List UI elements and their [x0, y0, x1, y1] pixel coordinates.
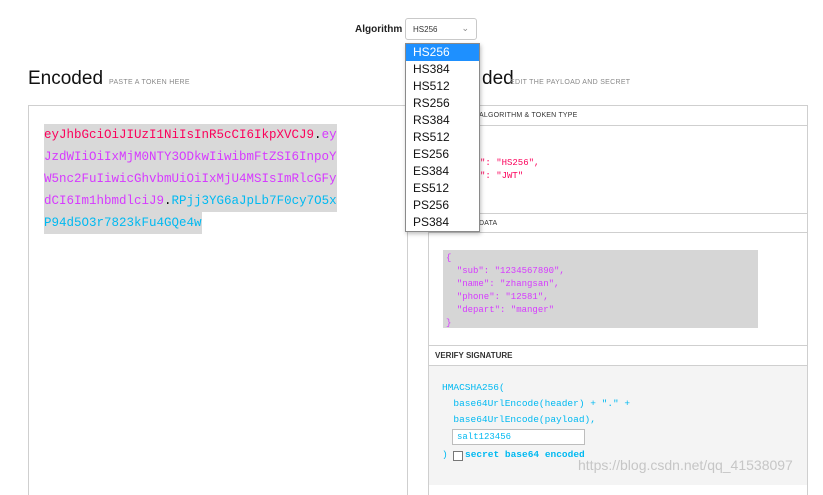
algorithm-option-hs384[interactable]: HS384	[406, 61, 479, 78]
algorithm-option-hs512[interactable]: HS512	[406, 78, 479, 95]
verify-close-paren: )	[442, 449, 448, 460]
algorithm-option-rs384[interactable]: RS384	[406, 112, 479, 129]
header-section-title: ALGORITHM & TOKEN TYPE	[429, 106, 807, 126]
token-line: dCI6Im1hbmdlciJ9.RPjj3YG6aJpLb7F0cy7O5x	[44, 190, 337, 212]
algorithm-option-ps384[interactable]: PS384	[406, 214, 479, 231]
token-segment-red: eyJhbGciOiJIUzI1NiIsInR5cCI6IkpXVCJ9	[44, 128, 315, 142]
algorithm-option-ps256[interactable]: PS256	[406, 197, 479, 214]
token-segment-mag: W5nc2FuIiwicGhvbmUiOiIxMjU4MSIsImRlcGFy	[44, 172, 337, 186]
token-line: eyJhbGciOiJIUzI1NiIsInR5cCI6IkpXVCJ9.ey	[44, 124, 337, 146]
algorithm-select[interactable]: HS256 ⌄	[405, 18, 477, 40]
token-segment-mag: ey	[321, 128, 337, 142]
verify-signature-title: VERIFY SIGNATURE	[429, 345, 807, 366]
header-json-editor[interactable]: ": "HS256", ": "JWT"	[480, 157, 539, 183]
algorithm-option-es256[interactable]: ES256	[406, 146, 479, 163]
algorithm-option-es384[interactable]: ES384	[406, 163, 479, 180]
verify-signature-code: HMACSHA256( base64UrlEncode(header) + ".…	[442, 382, 631, 425]
encoded-title: Encoded	[28, 68, 104, 89]
payload-json-editor[interactable]: { "sub": "1234567890", "name": "zhangsan…	[446, 252, 565, 330]
encoded-token[interactable]: eyJhbGciOiJIUzI1NiIsInR5cCI6IkpXVCJ9.ey J…	[44, 124, 362, 234]
token-segment-dot: .	[314, 128, 322, 142]
encoded-hint: PASTE A TOKEN HERE	[109, 79, 190, 86]
algorithm-option-hs256[interactable]: HS256	[406, 44, 479, 61]
base64-label[interactable]: secret base64 encoded	[465, 449, 585, 460]
token-line: W5nc2FuIiwicGhvbmUiOiIxMjU4MSIsImRlcGFy	[44, 168, 337, 190]
algorithm-label: Algorithm	[355, 24, 403, 35]
base64-checkbox[interactable]	[453, 451, 463, 461]
algorithm-option-rs256[interactable]: RS256	[406, 95, 479, 112]
token-segment-dot: .	[164, 194, 172, 208]
algorithm-option-es512[interactable]: ES512	[406, 180, 479, 197]
token-segment-mag: dCI6Im1hbmdlciJ9	[44, 194, 165, 208]
token-segment-cyan: P94d5O3r7823kFu4GQe4w	[44, 216, 202, 230]
token-line: JzdWIiOiIxMjM0NTY3ODkwIiwibmFtZSI6InpoY	[44, 146, 337, 168]
algorithm-option-rs512[interactable]: RS512	[406, 129, 479, 146]
token-segment-mag: JzdWIiOiIxMjM0NTY3ODkwIiwibmFtZSI6InpoY	[44, 150, 337, 164]
watermark: https://blog.csdn.net/qq_41538097	[578, 457, 793, 473]
secret-input[interactable]: salt123456	[452, 429, 585, 445]
payload-section-title: DATA	[429, 213, 807, 233]
token-line: P94d5O3r7823kFu4GQe4w	[44, 212, 202, 234]
algorithm-selected-value: HS256	[413, 25, 438, 34]
chevron-down-icon: ⌄	[461, 23, 469, 33]
algorithm-dropdown-list[interactable]: HS256 HS384 HS512 RS256 RS384 RS512 ES256 ES384…	[405, 43, 480, 232]
decoded-hint: EDIT THE PAYLOAD AND SECRET	[510, 79, 631, 86]
token-segment-cyan: RPjj3YG6aJpLb7F0cy7O5x	[171, 194, 337, 208]
decoded-title: ded	[482, 68, 514, 89]
